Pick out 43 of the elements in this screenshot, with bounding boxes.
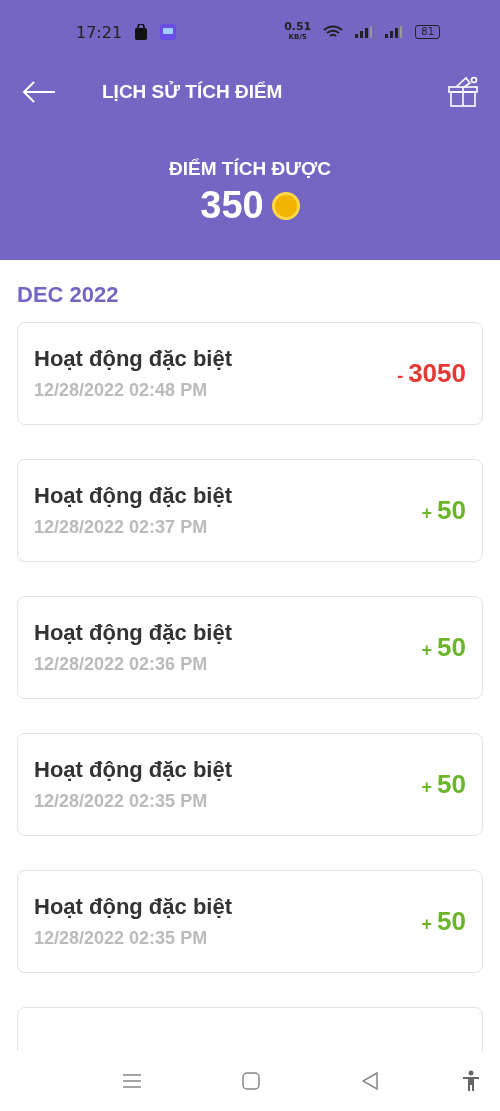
transaction-title: Hoạt động đặc biệt xyxy=(34,894,233,920)
transaction-date: 12/28/2022 02:37 PM xyxy=(34,517,209,538)
page-title: LỊCH SỬ TÍCH ĐIỂM xyxy=(102,81,284,103)
status-time: 17:21 xyxy=(76,22,123,42)
transaction-date: 12/28/2022 02:35 PM xyxy=(34,928,209,949)
transaction-card[interactable]: Hoạt động đặc biệt 12/28/2022 02:35 PM + 50 xyxy=(17,870,483,973)
points-amount: 50 xyxy=(437,632,466,663)
transaction-card[interactable]: Hoạt động đặc biệt 12/28/2022 02:35 PM + 50 xyxy=(17,733,483,836)
accessibility-icon[interactable] xyxy=(462,1070,480,1092)
amount-sign: - xyxy=(397,366,404,387)
points-amount: 50 xyxy=(437,906,466,937)
coin-icon xyxy=(271,191,300,220)
menu-icon[interactable] xyxy=(123,1073,141,1089)
back-icon[interactable] xyxy=(362,1072,378,1090)
app-notification-icon xyxy=(160,24,177,40)
points-amount: 50 xyxy=(437,495,466,526)
gift-icon[interactable] xyxy=(448,76,478,108)
amount-sign: + xyxy=(421,914,433,935)
month-heading: DEC 2022 xyxy=(16,281,120,309)
points-amount: 3050 xyxy=(408,358,466,389)
transaction-card[interactable]: Hoạt động đặc biệt 12/28/2022 02:36 PM + 50 xyxy=(17,596,483,699)
transaction-date: 12/28/2022 02:48 PM xyxy=(34,380,209,401)
transaction-title: Hoạt động đặc biệt xyxy=(34,620,233,646)
transaction-card[interactable]: Hoạt động đặc biệt 12/28/2022 02:48 PM - 3050 xyxy=(17,322,483,425)
amount-sign: + xyxy=(421,640,433,661)
points-amount: 50 xyxy=(437,769,466,800)
transaction-title: Hoạt động đặc biệt xyxy=(34,483,233,509)
transaction-date: 12/28/2022 02:35 PM xyxy=(34,791,209,812)
amount-sign: + xyxy=(421,503,433,524)
points-label: ĐIỂM TÍCH ĐƯỢC xyxy=(168,158,332,180)
transaction-date: 12/28/2022 02:36 PM xyxy=(34,654,209,675)
signal-icon xyxy=(355,26,374,38)
back-arrow-icon[interactable] xyxy=(22,81,56,103)
battery-level: 81 xyxy=(415,25,440,39)
signal-icon xyxy=(385,26,404,38)
amount-sign: + xyxy=(421,777,433,798)
home-icon[interactable] xyxy=(242,1072,260,1090)
transaction-title: Hoạt động đặc biệt xyxy=(34,757,233,783)
transaction-card[interactable]: Hoạt động đặc biệt 12/28/2022 02:37 PM + 50 xyxy=(17,459,483,562)
shopping-bag-icon xyxy=(134,24,149,40)
points-value: 350 xyxy=(200,184,264,227)
transaction-title: Hoạt động đặc biệt xyxy=(34,346,233,372)
wifi-icon xyxy=(323,25,344,39)
